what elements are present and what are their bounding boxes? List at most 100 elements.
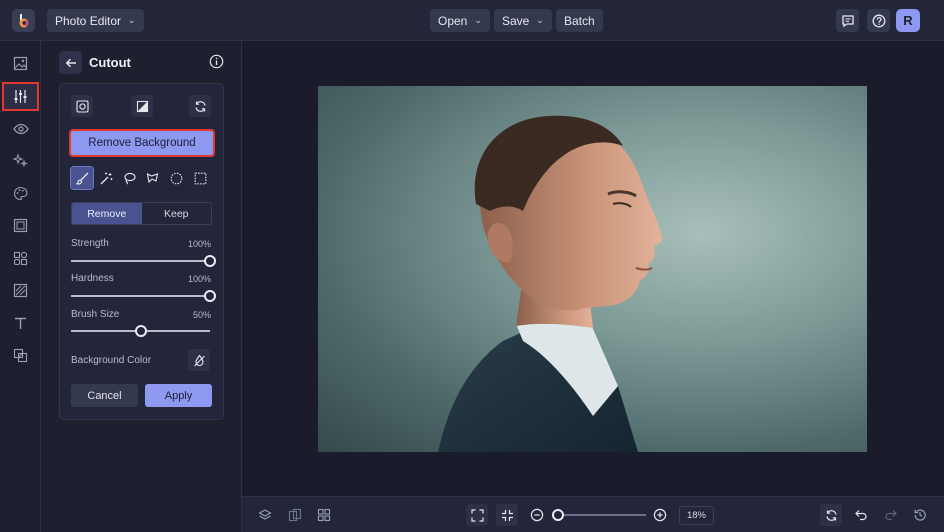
cancel-button[interactable]: Cancel xyxy=(71,384,138,407)
back-button[interactable] xyxy=(59,51,82,74)
no-color-icon xyxy=(193,354,205,366)
refresh-icon xyxy=(825,509,837,521)
editor-canvas[interactable] xyxy=(242,41,944,496)
save-button[interactable]: Save ⌄ xyxy=(494,9,552,32)
info-icon xyxy=(209,54,224,69)
grid-icon xyxy=(317,508,331,522)
brush-size-value: 50% xyxy=(192,310,211,320)
batch-label: Batch xyxy=(564,13,595,28)
strength-value: 100% xyxy=(187,239,211,249)
app-logo[interactable] xyxy=(12,9,35,32)
info-button[interactable] xyxy=(209,54,224,74)
sparkles-icon xyxy=(13,153,28,168)
save-label: Save xyxy=(502,13,530,28)
magic-wand-icon xyxy=(100,172,112,184)
cutout-panel: Cutout Remove Background Remove Keep Str… xyxy=(41,41,242,532)
rail-item-textures[interactable] xyxy=(9,279,32,302)
lasso-tool[interactable] xyxy=(118,167,140,189)
zoom-out-button[interactable] xyxy=(526,504,548,526)
redo-icon xyxy=(885,510,897,521)
brush-size-label: Brush Size xyxy=(71,309,120,320)
chevron-down-icon: ⌄ xyxy=(536,15,544,25)
photo-portrait[interactable] xyxy=(318,86,867,452)
app-menu-dropdown[interactable]: Photo Editor ⌄ xyxy=(47,9,144,32)
zoom-in-icon xyxy=(653,508,667,522)
redo-button[interactable] xyxy=(880,504,902,526)
rail-item-graphics[interactable] xyxy=(9,247,32,270)
zoom-level[interactable]: 18% xyxy=(679,506,714,525)
remove-keep-toggle: Remove Keep xyxy=(71,202,212,225)
rail-item-artsy[interactable] xyxy=(9,182,32,205)
subject-cutout-button[interactable] xyxy=(71,95,93,117)
brush-size-slider-handle[interactable] xyxy=(134,325,147,337)
grid-button[interactable] xyxy=(313,504,335,526)
frame-icon xyxy=(13,218,28,233)
reset-button[interactable] xyxy=(820,504,842,526)
app-menu-label: Photo Editor xyxy=(55,13,122,28)
overlay-icon xyxy=(13,348,28,363)
help-button[interactable] xyxy=(867,9,890,32)
compare-button[interactable] xyxy=(284,504,306,526)
zoom-in-button[interactable] xyxy=(649,504,671,526)
zoom-slider-handle[interactable] xyxy=(551,509,564,521)
user-avatar[interactable]: R xyxy=(896,9,920,32)
hardness-label: Hardness xyxy=(71,273,114,284)
rail-item-effects[interactable] xyxy=(9,117,32,140)
history-button[interactable] xyxy=(909,504,931,526)
lasso-icon xyxy=(123,172,136,184)
background-color-label: Background Color xyxy=(71,355,152,366)
logo-icon xyxy=(19,13,28,27)
bottom-toolbar: 18% xyxy=(242,496,944,532)
layers-button[interactable] xyxy=(254,504,276,526)
rail-item-adjust[interactable] xyxy=(2,82,39,111)
chevron-down-icon: ⌄ xyxy=(474,15,482,25)
rail-item-overlays[interactable] xyxy=(9,344,32,367)
keep-mode-button[interactable]: Keep xyxy=(141,203,211,224)
chevron-down-icon: ⌄ xyxy=(128,15,136,25)
layers-icon xyxy=(258,509,272,520)
eye-icon xyxy=(12,123,29,134)
brush-size-slider[interactable] xyxy=(71,325,210,337)
ellipse-select-tool[interactable] xyxy=(165,167,187,189)
portrait-illustration xyxy=(438,115,663,452)
undo-button[interactable] xyxy=(850,504,872,526)
feedback-button[interactable] xyxy=(836,9,859,32)
remove-background-button[interactable]: Remove Background xyxy=(69,129,215,157)
refresh-icon xyxy=(194,100,206,112)
rail-item-text[interactable] xyxy=(9,312,32,335)
compress-icon xyxy=(501,509,513,521)
rail-item-frames[interactable] xyxy=(9,214,32,237)
chat-icon xyxy=(841,14,854,27)
polygon-lasso-tool[interactable] xyxy=(141,167,163,189)
apply-button[interactable]: Apply xyxy=(145,384,212,407)
background-color-button[interactable] xyxy=(188,349,210,371)
strength-slider-handle[interactable] xyxy=(204,255,216,267)
subject-select-icon xyxy=(75,99,89,113)
reset-cutout-button[interactable] xyxy=(189,95,211,117)
hardness-slider[interactable] xyxy=(71,290,216,302)
hardness-slider-handle[interactable] xyxy=(204,290,216,302)
expand-icon xyxy=(470,508,484,522)
rail-item-touch-up[interactable] xyxy=(9,149,32,172)
sliders-icon xyxy=(14,90,27,103)
rectangle-select-tool[interactable] xyxy=(189,167,211,189)
remove-mode-button[interactable]: Remove xyxy=(72,203,142,224)
fit-to-screen-button[interactable] xyxy=(466,504,488,526)
magic-wand-tool[interactable] xyxy=(95,167,117,189)
zoom-slider[interactable] xyxy=(555,514,646,516)
open-button[interactable]: Open ⌄ xyxy=(430,9,490,32)
batch-button[interactable]: Batch xyxy=(556,9,603,32)
strength-slider[interactable] xyxy=(71,255,216,267)
polygon-lasso-icon xyxy=(146,172,158,183)
invert-cutout-button[interactable] xyxy=(131,95,153,117)
history-icon xyxy=(914,509,926,521)
tool-rail xyxy=(0,41,41,532)
brush-tool[interactable] xyxy=(70,166,94,190)
arrow-left-icon xyxy=(65,58,76,67)
ellipse-select-icon xyxy=(170,172,182,184)
undo-icon xyxy=(855,510,867,521)
text-icon xyxy=(15,317,26,329)
actual-size-button[interactable] xyxy=(496,504,518,526)
rail-item-image[interactable] xyxy=(9,52,32,75)
shapes-icon xyxy=(13,251,28,266)
